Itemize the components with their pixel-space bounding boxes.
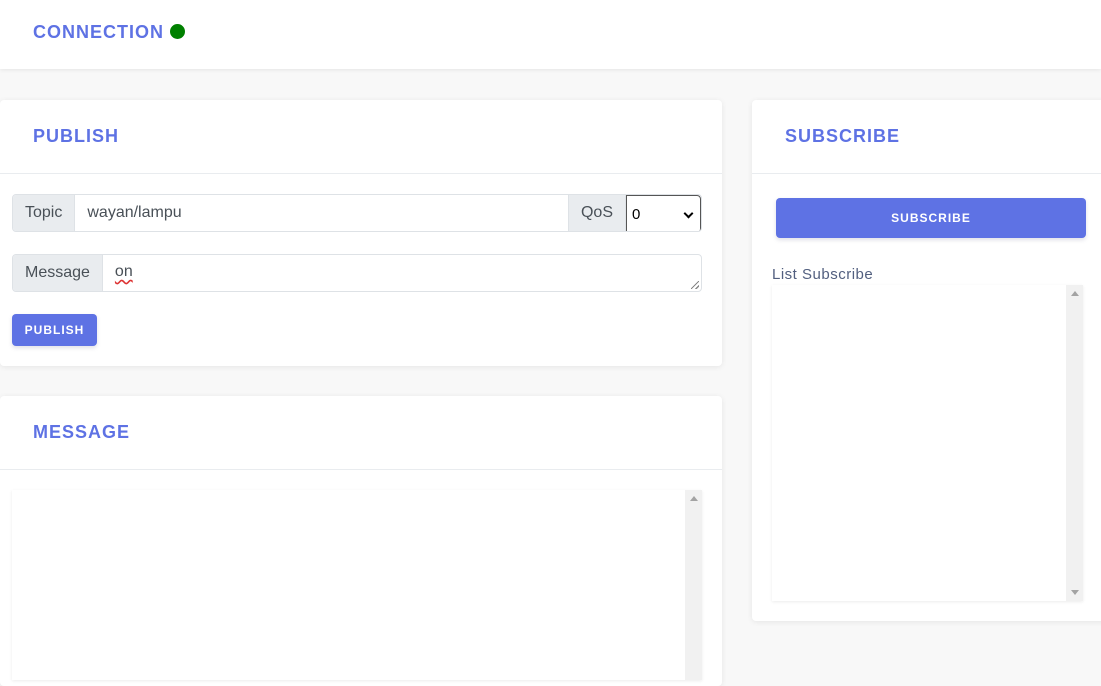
subscribe-list-area[interactable]	[772, 285, 1083, 601]
connection-title: CONNECTION	[33, 22, 164, 42]
scroll-down-arrow-icon[interactable]	[1071, 590, 1079, 595]
resize-grip-icon[interactable]	[691, 281, 699, 289]
message-input-group: Message on	[12, 254, 702, 292]
publish-title: PUBLISH	[33, 126, 120, 146]
message-card: MESSAGE	[0, 396, 722, 686]
connection-status-icon	[170, 24, 185, 39]
topic-input[interactable]	[75, 195, 568, 231]
publish-card-header: PUBLISH	[0, 100, 722, 174]
chevron-down-icon	[683, 208, 694, 219]
subscribe-button[interactable]: SUBSCRIBE	[776, 198, 1086, 238]
subscribe-card: SUBSCRIBE SUBSCRIBE List Subscribe	[752, 100, 1101, 621]
qos-selected-value: 0	[632, 205, 641, 223]
connection-header: CONNECTION	[0, 0, 1101, 69]
message-card-header: MESSAGE	[0, 396, 722, 470]
topic-input-group: Topic QoS 0	[12, 194, 702, 232]
message-label: Message	[13, 255, 103, 291]
subscribe-list-scrollbar[interactable]	[1066, 285, 1083, 601]
subscribe-title: SUBSCRIBE	[785, 126, 901, 146]
message-textarea[interactable]: on	[103, 255, 701, 291]
subscribe-card-header: SUBSCRIBE	[752, 100, 1101, 174]
message-log-area[interactable]	[12, 490, 702, 680]
message-text: on	[114, 263, 133, 280]
publish-button[interactable]: PUBLISH	[12, 314, 97, 346]
publish-card: PUBLISH Topic QoS 0 Message on PUBLISH	[0, 100, 722, 366]
list-subscribe-label: List Subscribe	[772, 266, 874, 283]
qos-label: QoS	[567, 195, 626, 231]
scroll-up-arrow-icon[interactable]	[690, 496, 698, 501]
message-log-scrollbar[interactable]	[685, 490, 702, 680]
qos-select[interactable]: 0	[626, 195, 701, 231]
scroll-up-arrow-icon[interactable]	[1071, 291, 1079, 296]
topic-label: Topic	[13, 195, 76, 231]
message-title: MESSAGE	[33, 422, 131, 442]
